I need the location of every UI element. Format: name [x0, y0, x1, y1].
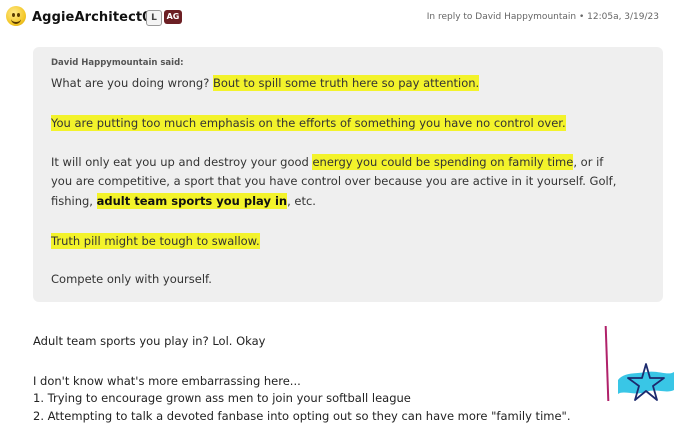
highlighted-bold-text: adult team sports you play in — [96, 193, 288, 209]
quote-text: What are you doing wrong? — [51, 76, 213, 90]
quote-line: Compete only with yourself. — [51, 272, 212, 286]
reply-text-line: I don't know what's more embarrassing he… — [33, 374, 301, 388]
quote-text: , or if — [573, 155, 604, 169]
star-scribble-icon — [618, 363, 674, 401]
reply-text-line: 1. Trying to encourage grown ass men to … — [33, 391, 411, 405]
reply-info[interactable]: In reply to David Happymountain • 12:05a… — [427, 12, 659, 22]
quote-line: you are competitive, a sport that you ha… — [51, 174, 617, 188]
quote-text: , etc. — [287, 194, 316, 208]
level-badge: L — [146, 10, 162, 26]
quote-line: You are putting too much emphasis on the… — [51, 114, 566, 132]
quote-block: David Happymountain said: What are you d… — [33, 47, 663, 302]
reply-text-line: Adult team sports you play in? Lol. Okay — [33, 334, 266, 348]
quote-line: What are you doing wrong? Bout to spill … — [51, 74, 480, 92]
highlighted-text: energy you could be spending on family t… — [312, 154, 574, 170]
quote-text: It will only eat you up and destroy your… — [51, 155, 313, 169]
highlighted-text: You are putting too much emphasis on the… — [51, 115, 566, 131]
username-link[interactable]: AggieArchitect04 — [32, 10, 160, 25]
magenta-scribble-mark — [604, 325, 610, 402]
highlighted-text: Truth pill might be tough to swallow. — [51, 233, 260, 249]
highlighted-text: Bout to spill some truth here so pay att… — [212, 75, 480, 91]
team-badge: AG — [164, 10, 182, 24]
quote-attribution[interactable]: David Happymountain said: — [51, 58, 184, 68]
quote-line: Truth pill might be tough to swallow. — [51, 232, 260, 250]
post-header: AggieArchitect04 L AG In reply to David … — [0, 0, 683, 34]
reply-text-line: 2. Attempting to talk a devoted fanbase … — [33, 409, 571, 423]
quote-text: fishing, — [51, 194, 97, 208]
quote-line: fishing, adult team sports you play in, … — [51, 192, 316, 210]
smiley-avatar-icon[interactable] — [6, 6, 26, 26]
quote-line: It will only eat you up and destroy your… — [51, 153, 603, 171]
